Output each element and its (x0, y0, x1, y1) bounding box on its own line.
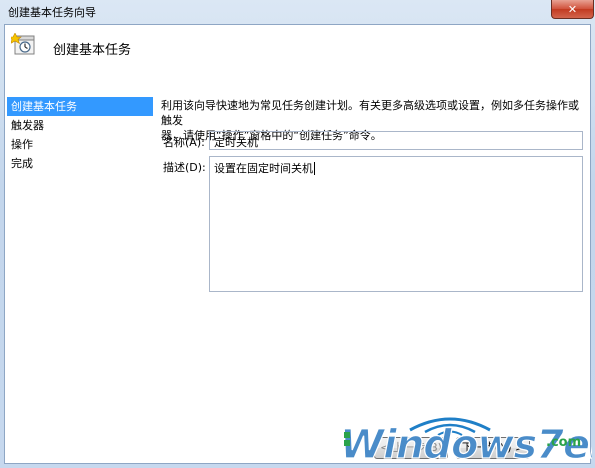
svg-text:.com: .com (546, 435, 581, 450)
step-trigger[interactable]: 触发器 (7, 116, 153, 135)
task-scheduler-icon (11, 33, 35, 55)
wizard-header: 创建基本任务 (5, 25, 590, 95)
title-bar[interactable]: 创建基本任务向导 ✕ (0, 0, 595, 24)
step-create-basic-task[interactable]: 创建基本任务 (7, 97, 153, 116)
name-input[interactable]: 定时关机 (209, 131, 583, 150)
window-title: 创建基本任务向导 (8, 6, 96, 19)
wizard-title: 创建基本任务 (53, 43, 132, 58)
step-action[interactable]: 操作 (7, 135, 153, 154)
blurred-region (24, 380, 124, 432)
description-label: 描述(D): (163, 161, 206, 174)
text-caret (314, 162, 315, 175)
description-textarea[interactable]: 设置在固定时间关机 (209, 156, 583, 292)
steps-list: 创建基本任务 触发器 操作 完成 (7, 97, 153, 173)
window-frame: 创建基本任务向导 ✕ 创建基本任务 创建基本任务 触发器 操作 完成 利用该向导… (0, 0, 595, 468)
close-icon: ✕ (567, 2, 578, 16)
description-text: 设置在固定时间关机 (214, 162, 313, 175)
watermark-logo: Windows7en .com (340, 417, 592, 464)
close-button[interactable]: ✕ (551, 0, 594, 19)
name-label: 名称(A): (163, 136, 205, 149)
step-finish[interactable]: 完成 (7, 154, 153, 173)
description-line-1: 利用该向导快速地为常见任务创建计划。有关更多高级选项或设置，例如多任务操作或触发 (161, 99, 579, 127)
form-pane: 利用该向导快速地为常见任务创建计划。有关更多高级选项或设置，例如多任务操作或触发… (154, 95, 590, 425)
